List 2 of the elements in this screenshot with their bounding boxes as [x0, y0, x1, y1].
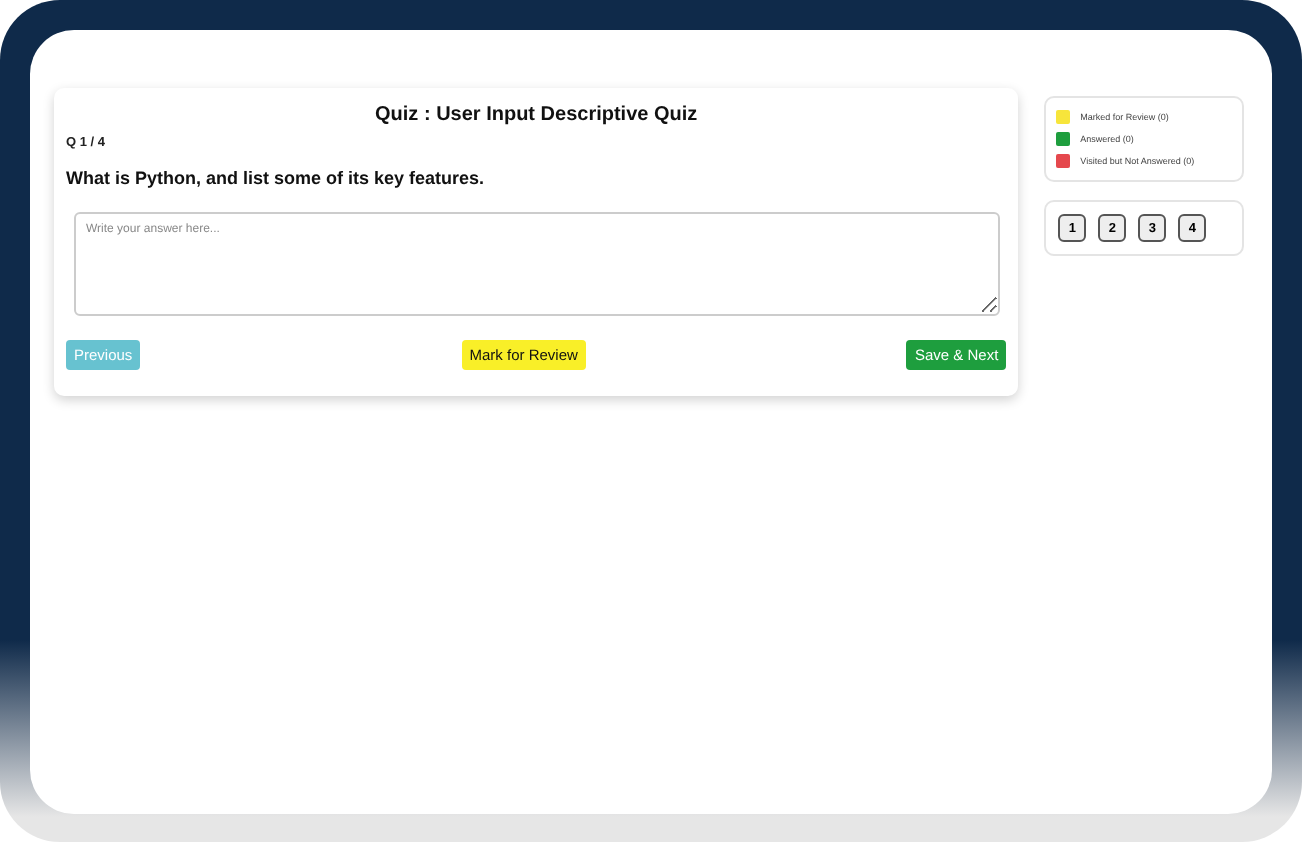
- question-text: What is Python, and list some of its key features.: [66, 168, 487, 188]
- quiz-title: Quiz : User Input Descriptive Quiz: [373, 104, 700, 126]
